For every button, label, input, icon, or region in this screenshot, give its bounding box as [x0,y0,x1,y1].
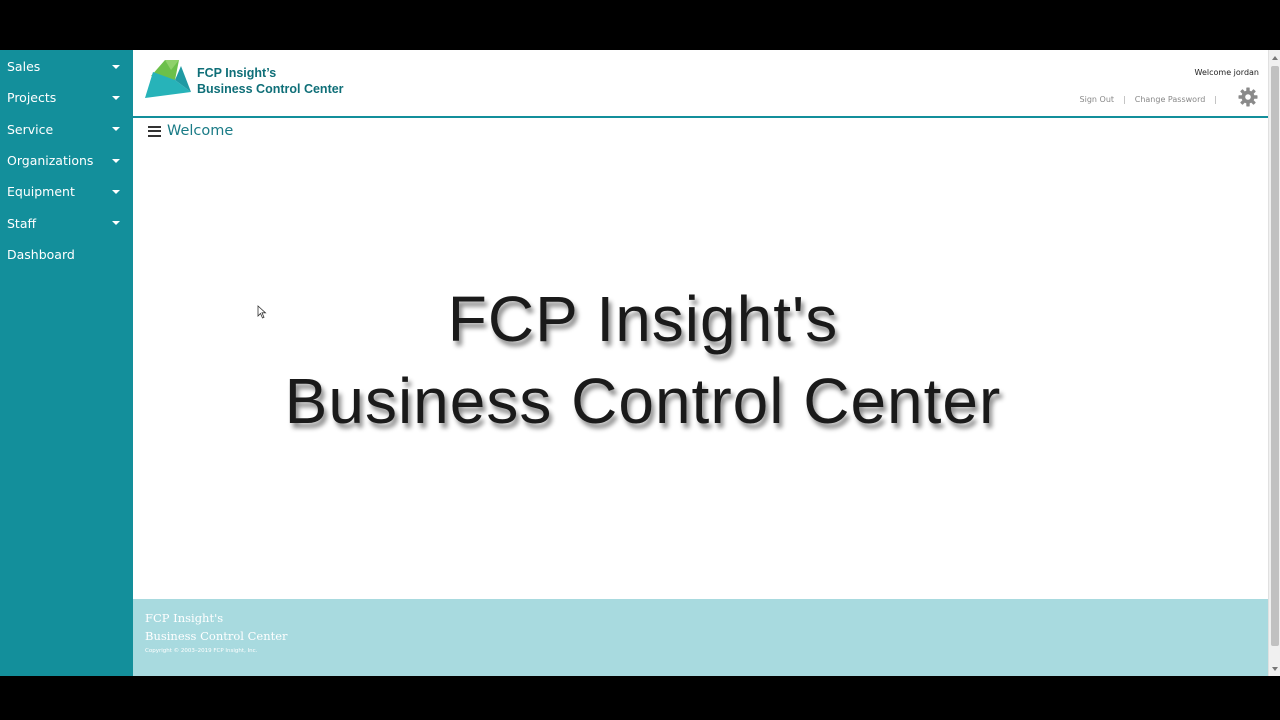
screen: Sales Projects Service Organizations Equ… [0,0,1280,720]
caret-down-icon [112,127,120,132]
sidebar-item-organizations[interactable]: Organizations [0,145,133,176]
footer-title: FCP Insight's [145,611,224,625]
vertical-scrollbar[interactable] [1268,50,1280,676]
scrollbar-thumb[interactable] [1271,66,1279,646]
caret-down-icon [112,158,120,163]
sign-out-link[interactable]: Sign Out [1080,95,1115,104]
sidebar-item-sales[interactable]: Sales [0,51,133,82]
sidebar-item-equipment[interactable]: Equipment [0,176,133,207]
sidebar-item-projects[interactable]: Projects [0,82,133,113]
hero-line-1: FCP Insight's [447,283,839,355]
caret-down-icon [112,189,120,194]
link-separator: | [1123,95,1126,104]
footer: FCP Insight's Business Control Center Co… [133,599,1268,676]
browser-viewport: Sales Projects Service Organizations Equ… [0,50,1280,676]
sidebar-item-service[interactable]: Service [0,114,133,145]
caret-down-icon [112,221,120,226]
footer-subtitle: Business Control Center [145,629,288,643]
scroll-up-arrow-icon[interactable] [1272,56,1278,60]
logo-icon[interactable] [145,58,195,98]
user-links: Sign Out | Change Password | [1080,95,1226,104]
sidebar-item-label: Projects [7,90,57,106]
sidebar-item-label: Service [7,121,54,137]
sidebar-item-label: Sales [7,59,41,75]
gear-icon[interactable] [1238,87,1258,107]
footer-copyright: Copyright © 2003–2019 FCP Insight, Inc. [145,648,258,654]
sidebar-item-dashboard[interactable]: Dashboard [0,239,133,270]
sidebar-item-label: Staff [7,215,37,231]
sidebar: Sales Projects Service Organizations Equ… [0,50,133,676]
main-content: FCP Insight’s Business Control Center We… [133,50,1268,676]
sidebar-item-staff[interactable]: Staff [0,207,133,238]
hero-line-2: Business Control Center [284,365,1002,437]
mouse-cursor-icon [257,305,267,319]
change-password-link[interactable]: Change Password [1135,95,1206,104]
page-title-bar: Welcome [148,123,233,139]
hero-banner: FCP Insight's Business Control Center [133,278,1153,442]
hamburger-menu-icon[interactable] [148,125,161,137]
caret-down-icon [112,64,120,69]
sidebar-item-label: Equipment [7,184,75,200]
sidebar-item-label: Dashboard [7,246,75,262]
header: FCP Insight’s Business Control Center We… [133,50,1268,118]
caret-down-icon [112,95,120,100]
logo-title: FCP Insight’s [197,66,277,80]
link-separator: | [1214,95,1217,104]
sidebar-item-label: Organizations [7,153,94,169]
scroll-down-arrow-icon[interactable] [1272,667,1278,671]
welcome-user-text: Welcome jordan [1194,68,1259,77]
page-title: Welcome [167,123,234,139]
logo-subtitle: Business Control Center [197,82,344,96]
